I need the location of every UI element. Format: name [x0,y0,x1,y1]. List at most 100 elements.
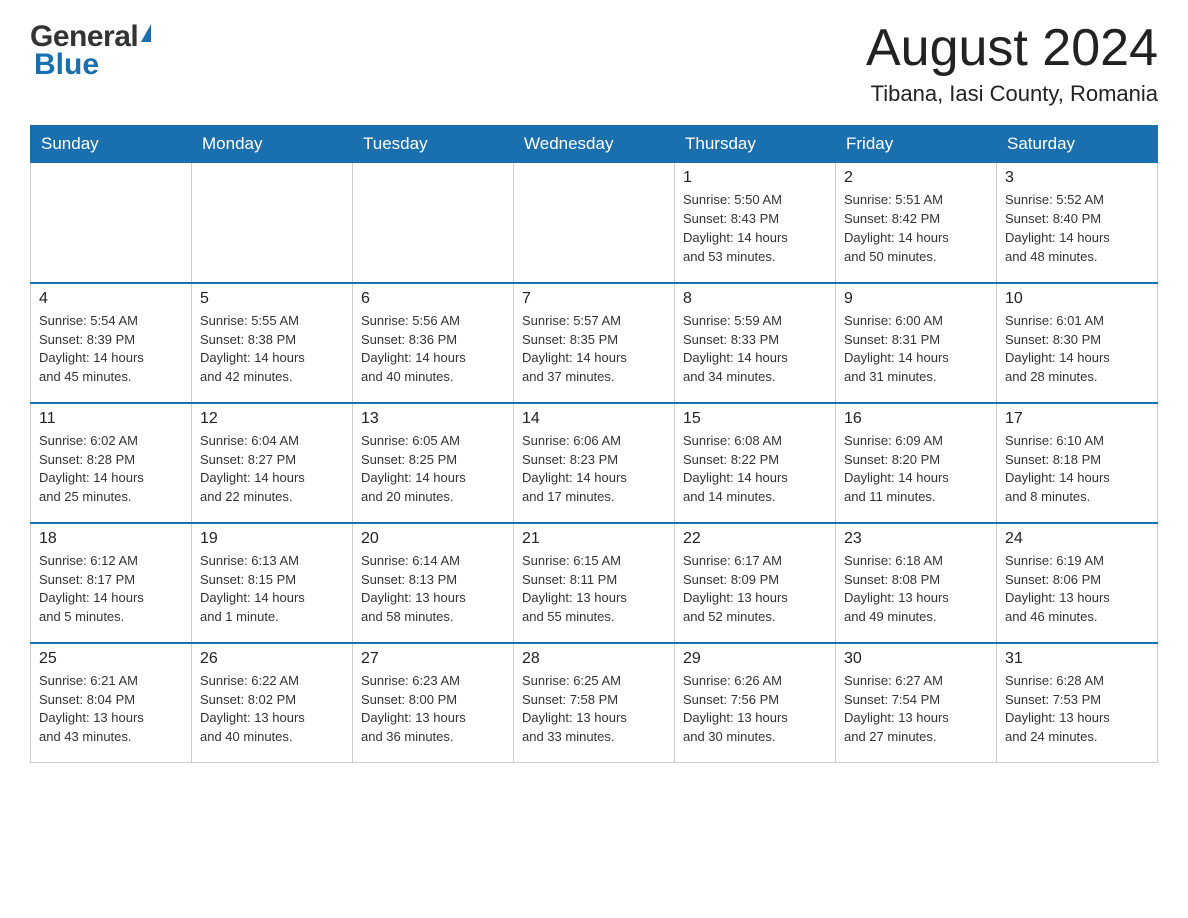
calendar-week-row: 25 Sunrise: 6:21 AM Sunset: 8:04 PM Dayli… [31,643,1158,763]
day-number: 5 [200,290,344,308]
day-number: 1 [683,169,827,187]
table-row: 14 Sunrise: 6:06 AM Sunset: 8:23 PM Dayli… [514,403,675,523]
col-tuesday: Tuesday [353,126,514,163]
day-info: Sunrise: 5:52 AM Sunset: 8:40 PM Dayligh… [1005,191,1149,266]
table-row: 3 Sunrise: 5:52 AM Sunset: 8:40 PM Daylig… [997,163,1158,283]
day-info: Sunrise: 6:22 AM Sunset: 8:02 PM Dayligh… [200,672,344,747]
calendar-week-row: 4 Sunrise: 5:54 AM Sunset: 8:39 PM Daylig… [31,283,1158,403]
calendar-header-row: Sunday Monday Tuesday Wednesday Thursday… [31,126,1158,163]
table-row: 5 Sunrise: 5:55 AM Sunset: 8:38 PM Daylig… [192,283,353,403]
day-info: Sunrise: 6:00 AM Sunset: 8:31 PM Dayligh… [844,312,988,387]
day-info: Sunrise: 6:08 AM Sunset: 8:22 PM Dayligh… [683,432,827,507]
table-row: 27 Sunrise: 6:23 AM Sunset: 8:00 PM Dayli… [353,643,514,763]
col-friday: Friday [836,126,997,163]
day-info: Sunrise: 6:21 AM Sunset: 8:04 PM Dayligh… [39,672,183,747]
table-row: 15 Sunrise: 6:08 AM Sunset: 8:22 PM Dayli… [675,403,836,523]
day-number: 31 [1005,650,1149,668]
day-number: 15 [683,410,827,428]
table-row: 19 Sunrise: 6:13 AM Sunset: 8:15 PM Dayli… [192,523,353,643]
day-number: 7 [522,290,666,308]
day-number: 19 [200,530,344,548]
table-row: 23 Sunrise: 6:18 AM Sunset: 8:08 PM Dayli… [836,523,997,643]
table-row: 21 Sunrise: 6:15 AM Sunset: 8:11 PM Dayli… [514,523,675,643]
day-number: 27 [361,650,505,668]
calendar-table: Sunday Monday Tuesday Wednesday Thursday… [30,125,1158,763]
table-row: 16Sunrise: 6:09 AM Sunset: 8:20 PM Dayli… [836,403,997,523]
table-row: 30Sunrise: 6:27 AM Sunset: 7:54 PM Dayli… [836,643,997,763]
day-info: Sunrise: 6:10 AM Sunset: 8:18 PM Dayligh… [1005,432,1149,507]
day-number: 14 [522,410,666,428]
day-number: 24 [1005,530,1149,548]
table-row [31,163,192,283]
day-info: Sunrise: 5:54 AM Sunset: 8:39 PM Dayligh… [39,312,183,387]
day-number: 25 [39,650,183,668]
calendar-subtitle: Tibana, Iasi County, Romania [866,81,1158,107]
day-number: 10 [1005,290,1149,308]
calendar-week-row: 11 Sunrise: 6:02 AM Sunset: 8:28 PM Dayli… [31,403,1158,523]
day-info: Sunrise: 6:23 AM Sunset: 8:00 PM Dayligh… [361,672,505,747]
day-info: Sunrise: 5:56 AM Sunset: 8:36 PM Dayligh… [361,312,505,387]
day-info: Sunrise: 6:17 AM Sunset: 8:09 PM Dayligh… [683,552,827,627]
day-number: 4 [39,290,183,308]
day-info: Sunrise: 5:50 AM Sunset: 8:43 PM Dayligh… [683,191,827,266]
col-saturday: Saturday [997,126,1158,163]
calendar-week-row: 1 Sunrise: 5:50 AM Sunset: 8:43 PM Daylig… [31,163,1158,283]
col-thursday: Thursday [675,126,836,163]
day-info: Sunrise: 6:04 AM Sunset: 8:27 PM Dayligh… [200,432,344,507]
day-number: 22 [683,530,827,548]
day-number: 11 [39,410,183,428]
day-number: 16 [844,410,988,428]
table-row: 28 Sunrise: 6:25 AM Sunset: 7:58 PM Dayli… [514,643,675,763]
day-info: Sunrise: 6:05 AM Sunset: 8:25 PM Dayligh… [361,432,505,507]
col-wednesday: Wednesday [514,126,675,163]
day-info: Sunrise: 6:19 AM Sunset: 8:06 PM Dayligh… [1005,552,1149,627]
table-row: 8Sunrise: 5:59 AM Sunset: 8:33 PM Daylig… [675,283,836,403]
table-row: 20Sunrise: 6:14 AM Sunset: 8:13 PM Dayli… [353,523,514,643]
day-number: 23 [844,530,988,548]
day-number: 29 [683,650,827,668]
day-info: Sunrise: 6:14 AM Sunset: 8:13 PM Dayligh… [361,552,505,627]
table-row: 31Sunrise: 6:28 AM Sunset: 7:53 PM Dayli… [997,643,1158,763]
day-info: Sunrise: 5:55 AM Sunset: 8:38 PM Dayligh… [200,312,344,387]
day-number: 26 [200,650,344,668]
table-row: 4 Sunrise: 5:54 AM Sunset: 8:39 PM Daylig… [31,283,192,403]
day-info: Sunrise: 5:51 AM Sunset: 8:42 PM Dayligh… [844,191,988,266]
day-number: 9 [844,290,988,308]
day-info: Sunrise: 5:57 AM Sunset: 8:35 PM Dayligh… [522,312,666,387]
table-row: 18Sunrise: 6:12 AM Sunset: 8:17 PM Dayli… [31,523,192,643]
day-info: Sunrise: 6:25 AM Sunset: 7:58 PM Dayligh… [522,672,666,747]
col-sunday: Sunday [31,126,192,163]
day-info: Sunrise: 6:15 AM Sunset: 8:11 PM Dayligh… [522,552,666,627]
calendar-week-row: 18Sunrise: 6:12 AM Sunset: 8:17 PM Dayli… [31,523,1158,643]
day-number: 13 [361,410,505,428]
day-info: Sunrise: 6:06 AM Sunset: 8:23 PM Dayligh… [522,432,666,507]
table-row: 24 Sunrise: 6:19 AM Sunset: 8:06 PM Dayli… [997,523,1158,643]
day-number: 30 [844,650,988,668]
title-block: August 2024 Tibana, Iasi County, Romania [866,20,1158,107]
table-row [353,163,514,283]
table-row: 22 Sunrise: 6:17 AM Sunset: 8:09 PM Dayli… [675,523,836,643]
table-row: 29Sunrise: 6:26 AM Sunset: 7:56 PM Dayli… [675,643,836,763]
day-info: Sunrise: 6:18 AM Sunset: 8:08 PM Dayligh… [844,552,988,627]
table-row: 26 Sunrise: 6:22 AM Sunset: 8:02 PM Dayli… [192,643,353,763]
day-number: 21 [522,530,666,548]
day-number: 8 [683,290,827,308]
day-number: 2 [844,169,988,187]
day-info: Sunrise: 6:13 AM Sunset: 8:15 PM Dayligh… [200,552,344,627]
table-row: 17 Sunrise: 6:10 AM Sunset: 8:18 PM Dayli… [997,403,1158,523]
day-number: 3 [1005,169,1149,187]
page: General Blue August 2024 Tibana, Iasi Co… [0,0,1188,793]
day-info: Sunrise: 6:01 AM Sunset: 8:30 PM Dayligh… [1005,312,1149,387]
day-number: 18 [39,530,183,548]
day-number: 17 [1005,410,1149,428]
table-row: 9 Sunrise: 6:00 AM Sunset: 8:31 PM Daylig… [836,283,997,403]
day-number: 6 [361,290,505,308]
day-number: 28 [522,650,666,668]
table-row: 10 Sunrise: 6:01 AM Sunset: 8:30 PM Dayli… [997,283,1158,403]
table-row: 13 Sunrise: 6:05 AM Sunset: 8:25 PM Dayli… [353,403,514,523]
day-info: Sunrise: 6:02 AM Sunset: 8:28 PM Dayligh… [39,432,183,507]
table-row: 6 Sunrise: 5:56 AM Sunset: 8:36 PM Daylig… [353,283,514,403]
logo-triangle-icon [141,24,151,42]
day-number: 12 [200,410,344,428]
table-row [514,163,675,283]
